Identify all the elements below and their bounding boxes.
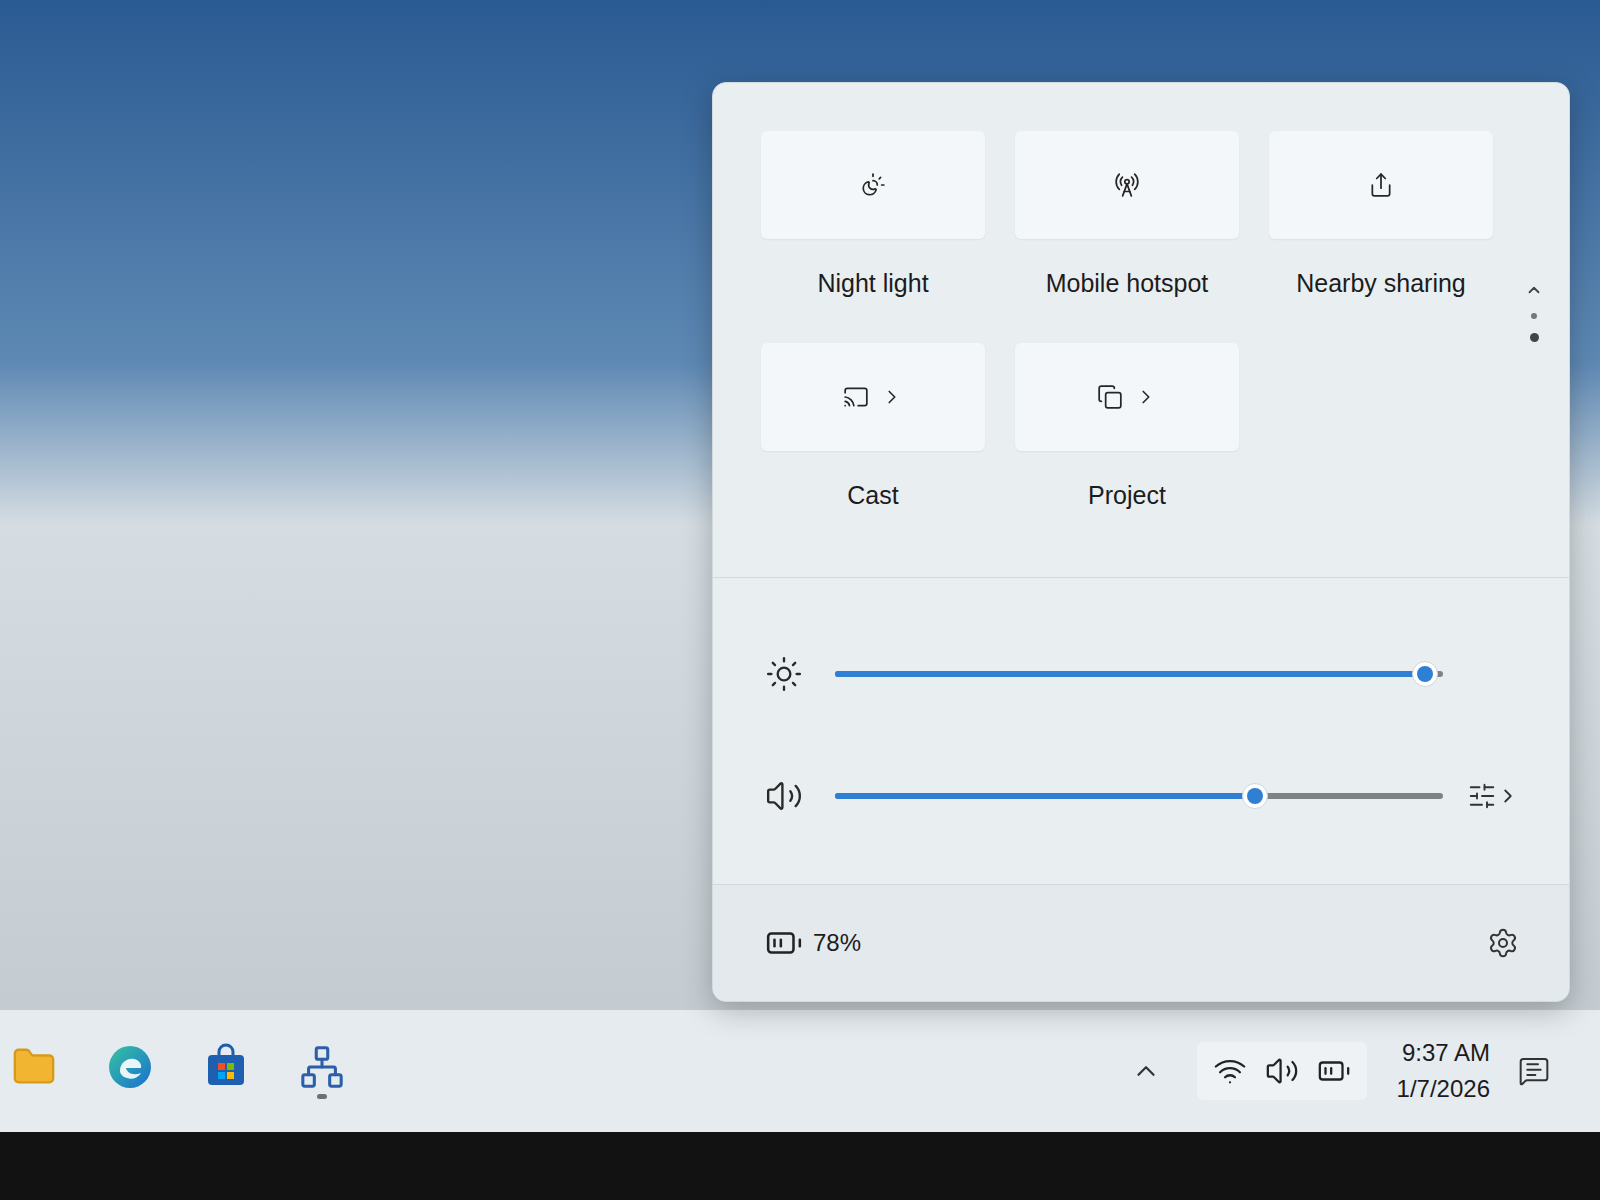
project-icon [1097, 384, 1123, 410]
cast-icon [843, 384, 869, 410]
quick-tile-button[interactable] [1269, 131, 1493, 239]
show-hidden-icons-icon[interactable] [1131, 1056, 1161, 1086]
quick-tile-button[interactable] [761, 131, 985, 239]
slider-extra[interactable] [1467, 781, 1529, 811]
audio-mixer-icon [1467, 781, 1497, 811]
volume-icon [765, 777, 803, 815]
slider-track [835, 793, 1443, 799]
page-dot[interactable] [1531, 313, 1537, 319]
volume-slider[interactable] [835, 781, 1443, 811]
quick-tile: Night light [761, 131, 985, 299]
page-up-icon[interactable] [1525, 281, 1543, 299]
chevron-right-icon [881, 386, 903, 408]
slider-fill [835, 793, 1255, 799]
running-indicator [317, 1094, 327, 1099]
quick-tile-label: Mobile hotspot [1046, 267, 1209, 299]
battery-percent: 78% [813, 925, 861, 961]
volume-icon [1265, 1054, 1299, 1088]
time: 9:37 AM [1402, 1035, 1490, 1071]
quick-tile: Cast [761, 343, 985, 511]
sliders-section [713, 578, 1569, 884]
running-indicator [29, 1094, 39, 1099]
quick-tile: Mobile hotspot [1015, 131, 1239, 299]
quick-tile-label: Cast [847, 479, 898, 511]
settings-gear-icon[interactable] [1487, 927, 1519, 959]
taskbar: 9:37 AM1/7/2026 [0, 1010, 1600, 1132]
network-app-icon [299, 1044, 345, 1090]
taskbar-app[interactable] [294, 1044, 350, 1099]
brightness-slider-row [713, 644, 1569, 704]
date: 1/7/2026 [1397, 1071, 1490, 1107]
laptop-bezel [0, 1132, 1600, 1200]
brightness-icon [765, 655, 803, 693]
battery-icon [1317, 1054, 1351, 1088]
panel-footer: 78% [713, 884, 1569, 1001]
tiles-section: Night light Mobile hotspot Nearby sharing C… [713, 83, 1569, 577]
quick-settings-panel: Night light Mobile hotspot Nearby sharing C… [712, 82, 1570, 1002]
chevron-right-icon [1497, 785, 1519, 807]
quick-tile: Project [1015, 343, 1239, 511]
quick-tile-label: Night light [817, 267, 928, 299]
brightness-slider[interactable] [835, 659, 1443, 689]
file-explorer-icon [11, 1044, 57, 1090]
page-indicator [1519, 131, 1549, 577]
tray-status-group[interactable] [1197, 1042, 1367, 1100]
running-indicator [221, 1095, 231, 1100]
edge-icon [106, 1043, 154, 1091]
tiles-grid: Night light Mobile hotspot Nearby sharing C… [761, 131, 1493, 577]
screen-photo: Night light Mobile hotspot Nearby sharing C… [0, 0, 1600, 1200]
quick-tile: Nearby sharing [1269, 131, 1493, 299]
slider-track [835, 671, 1443, 677]
share-icon [1368, 172, 1394, 198]
battery-icon [765, 924, 803, 962]
taskbar-app[interactable] [198, 1043, 254, 1100]
taskbar-app[interactable] [6, 1044, 62, 1099]
quick-tile-label: Nearby sharing [1296, 267, 1466, 299]
clock[interactable]: 9:37 AM1/7/2026 [1397, 1035, 1490, 1107]
hotspot-icon [1114, 172, 1140, 198]
quick-tile-button[interactable] [1015, 343, 1239, 451]
store-icon [202, 1043, 250, 1091]
quick-tile-button[interactable] [1015, 131, 1239, 239]
slider-fill [835, 671, 1425, 677]
page-dot[interactable] [1530, 333, 1539, 342]
divider [713, 577, 1569, 578]
wifi-icon [1213, 1054, 1247, 1088]
quick-tile-label: Project [1088, 479, 1166, 511]
desktop: Night light Mobile hotspot Nearby sharing C… [0, 0, 1600, 1010]
taskbar-app[interactable] [102, 1043, 158, 1100]
running-indicator [125, 1095, 135, 1100]
slider-thumb[interactable] [1412, 661, 1438, 687]
pinned-apps [6, 1043, 350, 1100]
quick-tile-button[interactable] [761, 343, 985, 451]
chevron-right-icon [1135, 386, 1157, 408]
notifications-icon[interactable] [1518, 1055, 1550, 1087]
slider-thumb[interactable] [1242, 783, 1268, 809]
volume-slider-row [713, 766, 1569, 826]
system-tray: 9:37 AM1/7/2026 [1131, 1035, 1550, 1107]
night-icon [860, 172, 886, 198]
